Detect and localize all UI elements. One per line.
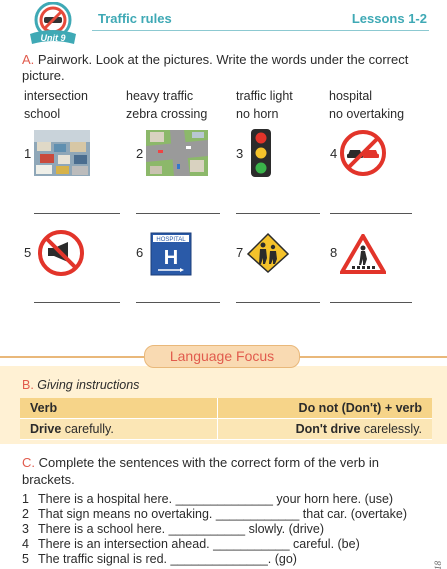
word-bank-item: intersection (24, 89, 88, 103)
section-c-instruction: C. Complete the sentences with the corre… (22, 454, 432, 488)
lessons-label: Lessons 1-2 (351, 11, 427, 26)
word-bank-item: zebra crossing (126, 107, 208, 121)
picture-number: 8 (330, 245, 338, 260)
word-bank-item: school (24, 107, 61, 121)
page-header: Unit 9 Traffic rules Lessons 1-2 (0, 0, 447, 46)
sentence-item[interactable]: 2 That sign means no overtaking. ________… (22, 507, 407, 521)
sentence-text: That sign means no overtaking. _________… (38, 507, 407, 521)
answer-line[interactable] (34, 213, 120, 214)
picture-number: 4 (330, 146, 338, 161)
section-b-heading: B. Giving instructions (22, 378, 139, 392)
table-header-cell: Verb (20, 398, 218, 418)
section-c-text: Complete the sentences with the correct … (22, 455, 379, 487)
sentence-text: There is a school here. ___________ slow… (38, 522, 325, 536)
page-year: 2018 (433, 561, 443, 569)
word-bank-item: heavy traffic (126, 89, 194, 103)
table-header-cell: Do not (Don't) + verb (298, 401, 422, 415)
sentence-item[interactable]: 1 There is a hospital here. _____________… (22, 492, 393, 506)
section-c-letter: C. (22, 455, 35, 470)
table-cell: Drive carefully. (20, 419, 218, 439)
no-horn-sign-icon (38, 230, 84, 276)
section-a-text: Pairwork. Look at the pictures. Write th… (22, 52, 409, 83)
answer-line[interactable] (136, 213, 220, 214)
traffic-light-icon (251, 129, 271, 177)
table-cell: Don't drive carelessly. (218, 419, 432, 439)
word-bank-item: no horn (236, 107, 279, 121)
zebra-crossing-sign-icon (340, 234, 386, 274)
hospital-sign-text: HOSPITAL (156, 237, 186, 243)
unit-label: Unit 9 (40, 33, 65, 43)
section-b-title: Giving instructions (37, 378, 140, 392)
picture-number: 5 (24, 245, 32, 260)
sentence-number: 1 (22, 492, 29, 506)
answer-line[interactable] (236, 213, 320, 214)
no-overtaking-sign-icon (340, 130, 386, 176)
section-b-letter: B. (22, 378, 34, 392)
negative-example-rest: carelessly. (360, 422, 422, 436)
intersection-photo (146, 130, 208, 176)
sentence-number: 5 (22, 552, 29, 566)
sentence-text: There is an intersection ahead. ________… (38, 537, 360, 551)
header-divider (92, 30, 429, 31)
answer-line[interactable] (34, 302, 120, 303)
hospital-sign-letter: H (164, 247, 178, 269)
section-a-letter: A. (22, 52, 35, 67)
lesson-title: Traffic rules (98, 11, 172, 26)
answer-line[interactable] (330, 213, 412, 214)
sentence-item[interactable]: 4 There is an intersection ahead. _______… (22, 537, 360, 551)
picture-number: 2 (136, 146, 144, 161)
sentence-number: 4 (22, 537, 29, 551)
picture-number: 1 (24, 146, 32, 161)
sentence-item[interactable]: 5 The traffic signal is red. ____________… (22, 552, 297, 566)
answer-line[interactable] (136, 302, 220, 303)
sentence-text: There is a hospital here. ______________… (38, 492, 394, 506)
answer-line[interactable] (236, 302, 320, 303)
unit-badge-icon: Unit 9 (30, 2, 76, 44)
word-bank-item: hospital (329, 89, 373, 103)
table-header-row: Verb Do not (Don't) + verb (20, 398, 432, 419)
picture-number: 6 (136, 245, 144, 260)
word-bank-item: traffic light (236, 89, 293, 103)
verb-example-rest: carefully. (61, 422, 114, 436)
school-sign-icon (246, 232, 290, 274)
instructions-table: Verb Do not (Don't) + verb Drive careful… (20, 398, 432, 440)
table-row: Drive carefully. Don't drive carelessly. (20, 419, 432, 440)
hospital-sign-icon: HOSPITAL H (150, 232, 192, 276)
answer-line[interactable] (330, 302, 412, 303)
section-a-instruction: A. Pairwork. Look at the pictures. Write… (22, 52, 432, 84)
language-focus-banner: Language Focus (144, 345, 300, 368)
word-bank-item: no overtaking (329, 107, 405, 121)
sentence-item[interactable]: 3 There is a school here. ___________ slo… (22, 522, 324, 536)
picture-number: 7 (236, 245, 244, 260)
sentence-number: 2 (22, 507, 29, 521)
sentence-text: The traffic signal is red. _____________… (38, 552, 297, 566)
picture-number: 3 (236, 146, 244, 161)
negative-example: Don't drive (295, 422, 361, 436)
verb-example: Drive (30, 422, 62, 436)
heavy-traffic-photo (34, 130, 90, 176)
sentence-number: 3 (22, 522, 29, 536)
